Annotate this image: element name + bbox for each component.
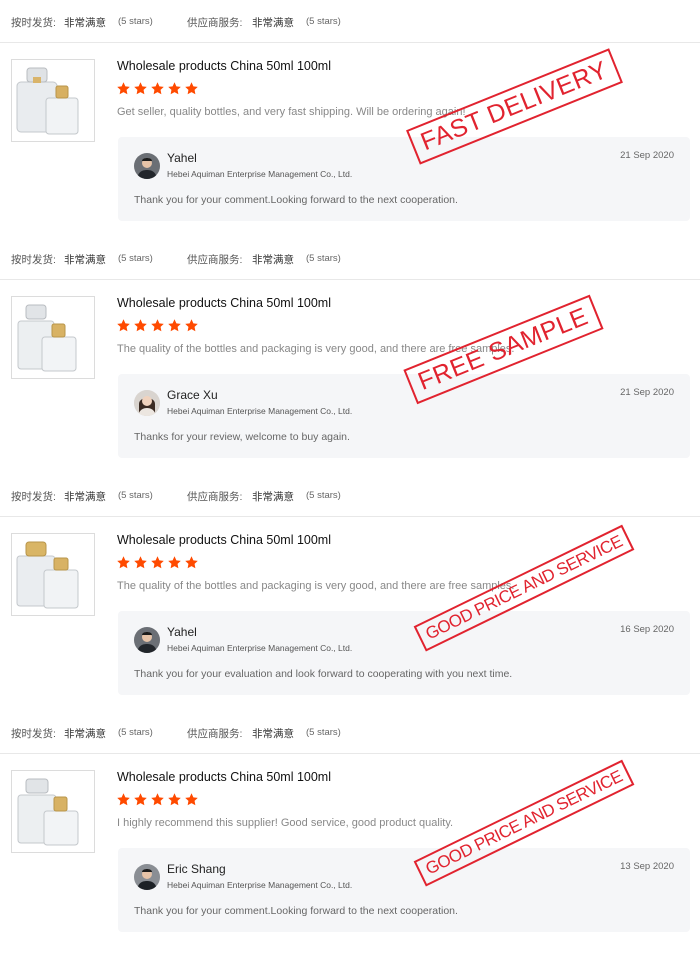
service-label: 供应商服务: (187, 254, 243, 266)
review-card: 按时发货: 非常满意 (5 stars) 供应商服务: 非常满意 (5 star… (0, 474, 700, 711)
reply-author: Eric Shang (167, 862, 226, 876)
delivery-label: 按时发货: (11, 17, 56, 29)
delivery-stars: (5 stars) (118, 253, 153, 264)
reply-company: Hebei Aquiman Enterprise Management Co.,… (167, 880, 353, 890)
reply-author: Grace Xu (167, 388, 218, 402)
star-icon (185, 556, 198, 569)
star-icon (168, 556, 181, 569)
star-rating (116, 318, 199, 336)
product-thumbnail[interactable] (11, 770, 95, 853)
service-stars: (5 stars) (306, 727, 341, 738)
service-stars: (5 stars) (306, 490, 341, 501)
service-value: 非常满意 (252, 254, 294, 266)
avatar (134, 627, 160, 653)
product-title[interactable]: Wholesale products China 50ml 100ml (117, 59, 331, 73)
rating-summary: 按时发货: 非常满意 (5 stars) 供应商服务: 非常满意 (5 star… (0, 237, 700, 280)
delivery-value: 非常满意 (64, 728, 106, 740)
service-stars: (5 stars) (306, 16, 341, 27)
product-thumbnail[interactable] (11, 296, 95, 379)
supplier-reply: Grace Xu Hebei Aquiman Enterprise Manage… (118, 374, 690, 458)
star-icon (185, 82, 198, 95)
supplier-reply: Yahel Hebei Aquiman Enterprise Managemen… (118, 611, 690, 695)
star-rating (116, 792, 199, 810)
product-thumbnail[interactable] (11, 59, 95, 142)
product-title[interactable]: Wholesale products China 50ml 100ml (117, 770, 331, 784)
delivery-value: 非常满意 (64, 17, 106, 29)
star-icon (134, 319, 147, 332)
service-label: 供应商服务: (187, 17, 243, 29)
star-icon (168, 319, 181, 332)
rating-summary: 按时发货: 非常满意 (5 stars) 供应商服务: 非常满意 (5 star… (0, 474, 700, 517)
product-title[interactable]: Wholesale products China 50ml 100ml (117, 533, 331, 547)
star-icon (117, 793, 130, 806)
reply-date: 16 Sep 2020 (620, 624, 674, 635)
star-icon (151, 319, 164, 332)
delivery-label: 按时发货: (11, 254, 56, 266)
star-rating (116, 555, 199, 573)
reply-company: Hebei Aquiman Enterprise Management Co.,… (167, 406, 353, 416)
service-stars: (5 stars) (306, 253, 341, 264)
review-comment: Get seller, quality bottles, and very fa… (117, 106, 466, 118)
review-comment: I highly recommend this supplier! Good s… (117, 817, 454, 829)
star-icon (168, 793, 181, 806)
service-value: 非常满意 (252, 491, 294, 503)
reply-date: 21 Sep 2020 (620, 387, 674, 398)
avatar (134, 390, 160, 416)
delivery-value: 非常满意 (64, 254, 106, 266)
delivery-stars: (5 stars) (118, 16, 153, 27)
reply-text: Thank you for your comment.Looking forwa… (134, 194, 458, 206)
review-card: 按时发货: 非常满意 (5 stars) 供应商服务: 非常满意 (5 star… (0, 711, 700, 948)
star-icon (117, 319, 130, 332)
star-icon (134, 556, 147, 569)
reply-author: Yahel (167, 625, 197, 639)
reply-author: Yahel (167, 151, 197, 165)
reply-date: 13 Sep 2020 (620, 861, 674, 872)
reply-company: Hebei Aquiman Enterprise Management Co.,… (167, 169, 353, 179)
supplier-reply: Yahel Hebei Aquiman Enterprise Managemen… (118, 137, 690, 221)
review-comment: The quality of the bottles and packaging… (117, 580, 515, 592)
delivery-value: 非常满意 (64, 491, 106, 503)
service-label: 供应商服务: (187, 728, 243, 740)
service-value: 非常满意 (252, 17, 294, 29)
reply-text: Thank you for your comment.Looking forwa… (134, 905, 458, 917)
reply-text: Thank you for your evaluation and look f… (134, 668, 513, 680)
star-icon (151, 793, 164, 806)
star-icon (134, 793, 147, 806)
product-thumbnail[interactable] (11, 533, 95, 616)
avatar (134, 864, 160, 890)
review-card: 按时发货: 非常满意 (5 stars) 供应商服务: 非常满意 (5 star… (0, 237, 700, 474)
reply-company: Hebei Aquiman Enterprise Management Co.,… (167, 643, 353, 653)
star-icon (117, 556, 130, 569)
reply-text: Thanks for your review, welcome to buy a… (134, 431, 350, 443)
star-icon (151, 82, 164, 95)
avatar (134, 153, 160, 179)
star-icon (134, 82, 147, 95)
star-rating (116, 81, 199, 99)
star-icon (151, 556, 164, 569)
rating-summary: 按时发货: 非常满意 (5 stars) 供应商服务: 非常满意 (5 star… (0, 711, 700, 754)
service-label: 供应商服务: (187, 491, 243, 503)
reply-date: 21 Sep 2020 (620, 150, 674, 161)
review-card: 按时发货: 非常满意 (5 stars) 供应商服务: 非常满意 (5 star… (0, 0, 700, 237)
delivery-label: 按时发货: (11, 728, 56, 740)
service-value: 非常满意 (252, 728, 294, 740)
star-icon (185, 793, 198, 806)
star-icon (168, 82, 181, 95)
star-icon (185, 319, 198, 332)
product-title[interactable]: Wholesale products China 50ml 100ml (117, 296, 331, 310)
delivery-stars: (5 stars) (118, 490, 153, 501)
delivery-stars: (5 stars) (118, 727, 153, 738)
delivery-label: 按时发货: (11, 491, 56, 503)
rating-summary: 按时发货: 非常满意 (5 stars) 供应商服务: 非常满意 (5 star… (0, 0, 700, 43)
supplier-reply: Eric Shang Hebei Aquiman Enterprise Mana… (118, 848, 690, 932)
star-icon (117, 82, 130, 95)
